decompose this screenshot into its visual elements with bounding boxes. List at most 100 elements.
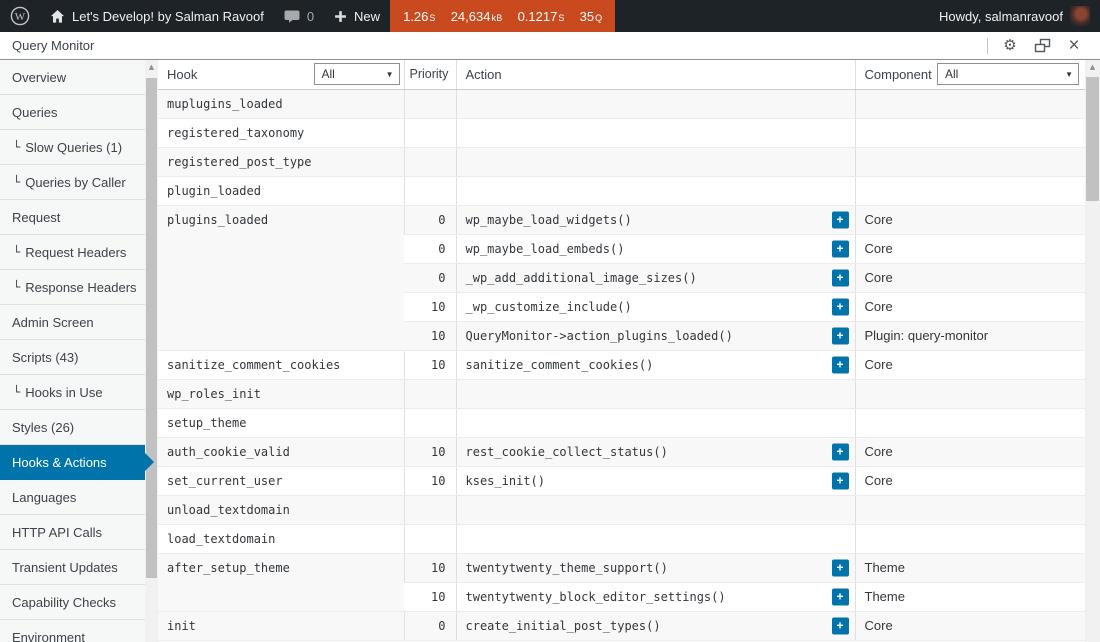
action-name: _wp_customize_include() [466, 300, 632, 314]
priority-cell: 0 [404, 263, 456, 292]
priority-cell: 10 [404, 292, 456, 321]
sidebar-item-slow-queries-1[interactable]: └Slow Queries (1) [0, 130, 145, 165]
sidebar-item-admin-screen[interactable]: Admin Screen [0, 305, 145, 340]
action-name: kses_init() [466, 474, 545, 488]
expand-action-button[interactable]: + [832, 356, 849, 373]
component-cell: Theme [855, 582, 1085, 611]
wp-logo-menu[interactable]: W [0, 0, 40, 32]
stat-value: 0.1217 [518, 9, 558, 24]
table-row: unload_textdomain [158, 495, 1085, 524]
component-cell: Core [855, 234, 1085, 263]
scroll-up-icon[interactable]: ▲ [145, 60, 158, 74]
sidebar-item-queries-by-caller[interactable]: └Queries by Caller [0, 165, 145, 200]
expand-action-button[interactable]: + [832, 617, 849, 634]
hook-cell: setup_theme [158, 408, 404, 437]
hook-cell: muplugins_loaded [158, 89, 404, 118]
sidebar-item-environment[interactable]: Environment [0, 620, 145, 642]
sidebar-item-scripts-43[interactable]: Scripts (43) [0, 340, 145, 375]
sidebar-item-queries[interactable]: Queries [0, 95, 145, 130]
component-cell: Theme [855, 553, 1085, 582]
sidebar-item-request[interactable]: Request [0, 200, 145, 235]
sidebar-item-hooks-in-use[interactable]: └Hooks in Use [0, 375, 145, 410]
action-cell: create_initial_post_types()+ [456, 611, 855, 640]
sidebar-item-capability-checks[interactable]: Capability Checks [0, 585, 145, 620]
sidebar-item-overview[interactable]: Overview [0, 60, 145, 95]
gear-icon: ⚙ [1003, 38, 1016, 53]
component-cell [855, 495, 1085, 524]
new-content-menu[interactable]: New [324, 0, 390, 32]
qm-stats-button[interactable]: 1.26S24,634kB0.1217S35Q [390, 0, 615, 32]
action-cell: kses_init() + [456, 466, 855, 495]
my-account-menu[interactable]: Howdy, salmanravoof [929, 0, 1100, 32]
site-menu[interactable]: Let's Develop! by Salman Ravoof [40, 0, 274, 32]
table-row: wp_roles_init [158, 379, 1085, 408]
site-name: Let's Develop! by Salman Ravoof [72, 9, 264, 24]
priority-cell: 10 [404, 582, 456, 611]
hook-filter-select[interactable]: All ▼ [314, 63, 400, 85]
component-cell [855, 176, 1085, 205]
sidebar-item-response-headers[interactable]: └Response Headers [0, 270, 145, 305]
stat-value: 35 [580, 9, 594, 24]
component-filter-value: All [945, 67, 958, 81]
component-cell [855, 89, 1085, 118]
expand-action-button[interactable]: + [832, 298, 849, 315]
content-scrollbar[interactable]: ▲ [1085, 60, 1100, 642]
component-cell: Core [855, 466, 1085, 495]
action-name: QueryMonitor->action_plugins_loaded() [466, 329, 733, 343]
sidebar-item-hooks-actions[interactable]: Hooks & Actions [0, 445, 145, 480]
close-icon: × [1068, 36, 1079, 55]
window-position-icon [1034, 38, 1051, 53]
settings-button[interactable]: ⚙ [994, 34, 1026, 58]
sidebar-item-label: Response Headers [25, 280, 136, 295]
expand-action-button[interactable]: + [832, 472, 849, 489]
sidebar-item-styles-26[interactable]: Styles (26) [0, 410, 145, 445]
comments-link[interactable]: 0 [274, 0, 324, 32]
component-cell [855, 118, 1085, 147]
priority-cell [404, 118, 456, 147]
expand-action-button[interactable]: + [832, 269, 849, 286]
action-cell: _wp_customize_include() + [456, 292, 855, 321]
expand-action-button[interactable]: + [832, 240, 849, 257]
sidebar-item-transient-updates[interactable]: Transient Updates [0, 550, 145, 585]
component-filter-select[interactable]: All ▼ [937, 63, 1079, 85]
priority-cell: 10 [404, 466, 456, 495]
dropdown-caret-icon: ▼ [386, 70, 394, 79]
table-row: sanitize_comment_cookies10sanitize_comme… [158, 350, 1085, 379]
sidebar-item-label: Transient Updates [12, 560, 118, 575]
action-cell [456, 176, 855, 205]
component-cell [855, 524, 1085, 553]
hook-cell: sanitize_comment_cookies [158, 350, 404, 379]
priority-cell [404, 524, 456, 553]
priority-cell: 0 [404, 205, 456, 234]
position-toggle-button[interactable] [1026, 34, 1058, 58]
sidebar-item-languages[interactable]: Languages [0, 480, 145, 515]
component-cell: Core [855, 263, 1085, 292]
sidebar-item-label: Hooks & Actions [12, 455, 107, 470]
action-cell [456, 524, 855, 553]
stat-value: 24,634 [451, 9, 491, 24]
sidebar-item-label: Capability Checks [12, 595, 116, 610]
expand-action-button[interactable]: + [832, 588, 849, 605]
sidebar-scrollbar[interactable]: ▲ [145, 60, 158, 642]
component-cell [855, 408, 1085, 437]
expand-action-button[interactable]: + [832, 559, 849, 576]
sidebar-item-label: Request [12, 210, 60, 225]
priority-column-label: Priority [410, 67, 449, 81]
content-scrollbar-thumb[interactable] [1086, 77, 1099, 201]
action-name: sanitize_comment_cookies() [466, 358, 654, 372]
table-row: muplugins_loaded [158, 89, 1085, 118]
component-cell: Core [855, 437, 1085, 466]
scroll-up-icon[interactable]: ▲ [1085, 60, 1100, 74]
expand-action-button[interactable]: + [832, 327, 849, 344]
action-cell: sanitize_comment_cookies() + [456, 350, 855, 379]
close-button[interactable]: × [1058, 34, 1090, 58]
action-name: wp_maybe_load_widgets() [466, 213, 632, 227]
sidebar-scrollbar-thumb[interactable] [146, 78, 157, 578]
table-row: init0create_initial_post_types()+Core [158, 611, 1085, 640]
expand-action-button[interactable]: + [832, 443, 849, 460]
expand-action-button[interactable]: + [832, 211, 849, 228]
component-cell [855, 379, 1085, 408]
priority-cell: 0 [404, 611, 456, 640]
sidebar-item-request-headers[interactable]: └Request Headers [0, 235, 145, 270]
sidebar-item-http-api-calls[interactable]: HTTP API Calls [0, 515, 145, 550]
